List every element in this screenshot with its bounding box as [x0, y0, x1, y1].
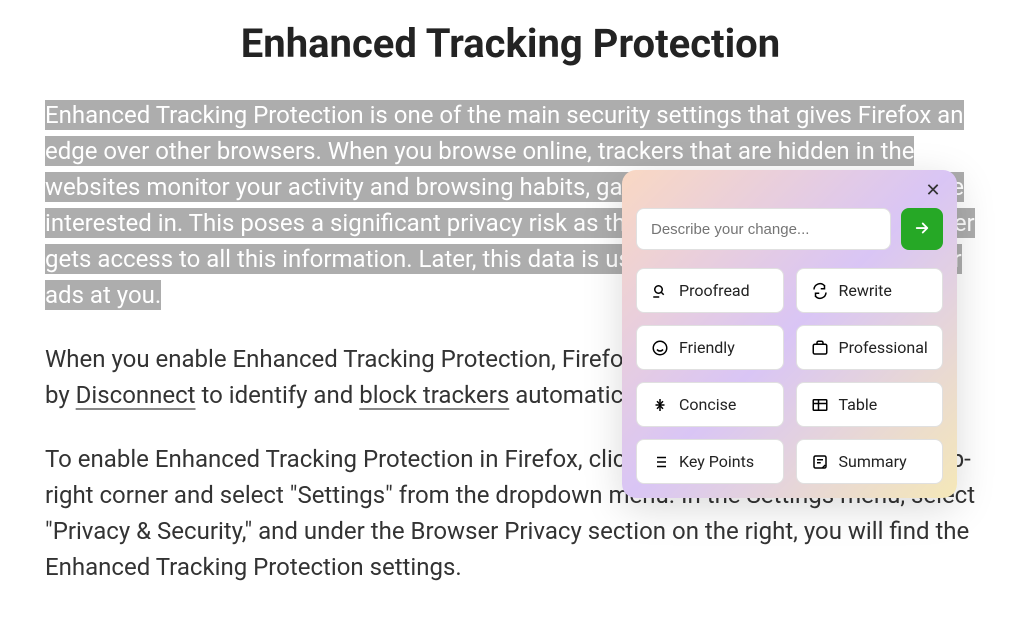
ai-edit-popup: ✕ Proofread Rewrite Friendly — [622, 170, 957, 498]
link-disconnect[interactable]: Disconnect — [76, 381, 196, 409]
close-icon: ✕ — [925, 180, 940, 201]
option-table[interactable]: Table — [796, 382, 944, 427]
option-rewrite[interactable]: Rewrite — [796, 268, 944, 313]
send-icon — [913, 219, 931, 240]
rewrite-icon — [811, 282, 829, 300]
option-proofread[interactable]: Proofread — [636, 268, 784, 313]
summary-icon — [811, 453, 829, 471]
option-concise[interactable]: Concise — [636, 382, 784, 427]
popup-header — [636, 208, 943, 250]
page-title: Enhanced Tracking Protection — [45, 20, 976, 67]
link-block-trackers[interactable]: block trackers — [359, 381, 509, 409]
option-friendly[interactable]: Friendly — [636, 325, 784, 370]
options-grid: Proofread Rewrite Friendly Professional … — [636, 268, 943, 484]
describe-input[interactable] — [636, 208, 891, 250]
table-icon — [811, 396, 829, 414]
keypoints-icon — [651, 453, 669, 471]
send-button[interactable] — [901, 208, 943, 250]
friendly-icon — [651, 339, 669, 357]
option-keypoints[interactable]: Key Points — [636, 439, 784, 484]
option-summary[interactable]: Summary — [796, 439, 944, 484]
concise-icon — [651, 396, 669, 414]
proofread-icon — [651, 282, 669, 300]
close-button[interactable]: ✕ — [923, 180, 943, 200]
option-professional[interactable]: Professional — [796, 325, 944, 370]
professional-icon — [811, 339, 829, 357]
